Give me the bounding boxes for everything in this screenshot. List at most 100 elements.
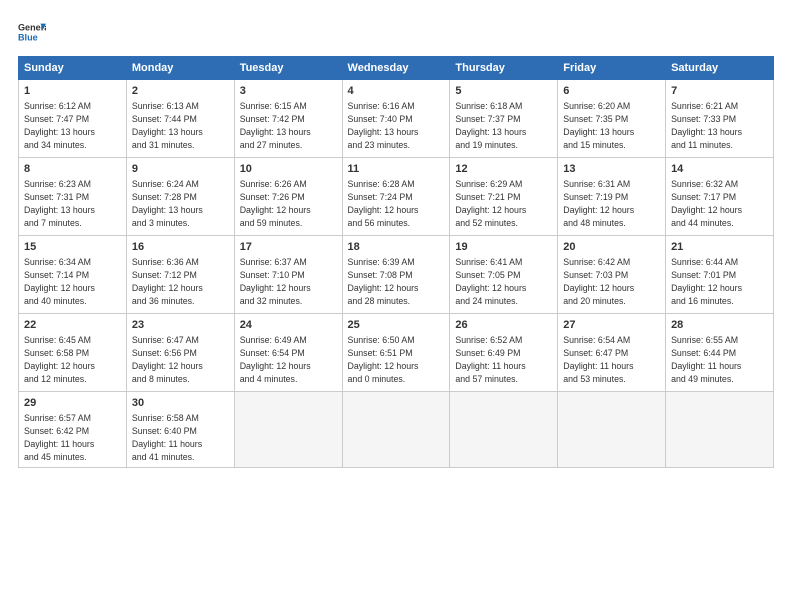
calendar-cell: 7Sunrise: 6:21 AM Sunset: 7:33 PM Daylig… <box>666 80 774 158</box>
day-number: 22 <box>24 318 121 333</box>
day-info: Sunrise: 6:49 AM Sunset: 6:54 PM Dayligh… <box>240 334 337 385</box>
day-info: Sunrise: 6:57 AM Sunset: 6:42 PM Dayligh… <box>24 412 121 463</box>
weekday-header-saturday: Saturday <box>666 57 774 80</box>
day-number: 5 <box>455 84 552 99</box>
calendar-week-3: 22Sunrise: 6:45 AM Sunset: 6:58 PM Dayli… <box>19 314 774 392</box>
day-number: 17 <box>240 240 337 255</box>
day-number: 21 <box>671 240 768 255</box>
calendar-body: 1Sunrise: 6:12 AM Sunset: 7:47 PM Daylig… <box>19 80 774 468</box>
day-info: Sunrise: 6:34 AM Sunset: 7:14 PM Dayligh… <box>24 256 121 307</box>
calendar-cell: 23Sunrise: 6:47 AM Sunset: 6:56 PM Dayli… <box>126 314 234 392</box>
day-number: 24 <box>240 318 337 333</box>
day-info: Sunrise: 6:28 AM Sunset: 7:24 PM Dayligh… <box>348 178 445 229</box>
calendar-week-1: 8Sunrise: 6:23 AM Sunset: 7:31 PM Daylig… <box>19 158 774 236</box>
day-info: Sunrise: 6:52 AM Sunset: 6:49 PM Dayligh… <box>455 334 552 385</box>
calendar-cell: 11Sunrise: 6:28 AM Sunset: 7:24 PM Dayli… <box>342 158 450 236</box>
calendar-cell: 13Sunrise: 6:31 AM Sunset: 7:19 PM Dayli… <box>558 158 666 236</box>
calendar-cell: 21Sunrise: 6:44 AM Sunset: 7:01 PM Dayli… <box>666 236 774 314</box>
page: General Blue SundayMondayTuesdayWednesda… <box>0 0 792 612</box>
day-info: Sunrise: 6:41 AM Sunset: 7:05 PM Dayligh… <box>455 256 552 307</box>
day-info: Sunrise: 6:36 AM Sunset: 7:12 PM Dayligh… <box>132 256 229 307</box>
day-info: Sunrise: 6:15 AM Sunset: 7:42 PM Dayligh… <box>240 100 337 151</box>
day-info: Sunrise: 6:29 AM Sunset: 7:21 PM Dayligh… <box>455 178 552 229</box>
day-info: Sunrise: 6:37 AM Sunset: 7:10 PM Dayligh… <box>240 256 337 307</box>
day-info: Sunrise: 6:44 AM Sunset: 7:01 PM Dayligh… <box>671 256 768 307</box>
day-number: 7 <box>671 84 768 99</box>
day-info: Sunrise: 6:54 AM Sunset: 6:47 PM Dayligh… <box>563 334 660 385</box>
calendar-cell: 3Sunrise: 6:15 AM Sunset: 7:42 PM Daylig… <box>234 80 342 158</box>
day-info: Sunrise: 6:23 AM Sunset: 7:31 PM Dayligh… <box>24 178 121 229</box>
day-info: Sunrise: 6:16 AM Sunset: 7:40 PM Dayligh… <box>348 100 445 151</box>
day-number: 18 <box>348 240 445 255</box>
day-info: Sunrise: 6:55 AM Sunset: 6:44 PM Dayligh… <box>671 334 768 385</box>
day-info: Sunrise: 6:47 AM Sunset: 6:56 PM Dayligh… <box>132 334 229 385</box>
calendar-cell: 30Sunrise: 6:58 AM Sunset: 6:40 PM Dayli… <box>126 392 234 468</box>
day-number: 3 <box>240 84 337 99</box>
calendar-cell: 16Sunrise: 6:36 AM Sunset: 7:12 PM Dayli… <box>126 236 234 314</box>
day-number: 16 <box>132 240 229 255</box>
day-info: Sunrise: 6:12 AM Sunset: 7:47 PM Dayligh… <box>24 100 121 151</box>
day-number: 14 <box>671 162 768 177</box>
calendar-week-2: 15Sunrise: 6:34 AM Sunset: 7:14 PM Dayli… <box>19 236 774 314</box>
calendar-header-row: SundayMondayTuesdayWednesdayThursdayFrid… <box>19 57 774 80</box>
calendar-table: SundayMondayTuesdayWednesdayThursdayFrid… <box>18 56 774 468</box>
day-info: Sunrise: 6:58 AM Sunset: 6:40 PM Dayligh… <box>132 412 229 463</box>
day-info: Sunrise: 6:50 AM Sunset: 6:51 PM Dayligh… <box>348 334 445 385</box>
calendar-cell: 4Sunrise: 6:16 AM Sunset: 7:40 PM Daylig… <box>342 80 450 158</box>
calendar-cell: 24Sunrise: 6:49 AM Sunset: 6:54 PM Dayli… <box>234 314 342 392</box>
day-number: 10 <box>240 162 337 177</box>
weekday-header-tuesday: Tuesday <box>234 57 342 80</box>
calendar-cell <box>234 392 342 468</box>
day-info: Sunrise: 6:39 AM Sunset: 7:08 PM Dayligh… <box>348 256 445 307</box>
day-info: Sunrise: 6:45 AM Sunset: 6:58 PM Dayligh… <box>24 334 121 385</box>
calendar-cell: 19Sunrise: 6:41 AM Sunset: 7:05 PM Dayli… <box>450 236 558 314</box>
calendar-cell: 27Sunrise: 6:54 AM Sunset: 6:47 PM Dayli… <box>558 314 666 392</box>
calendar-cell: 8Sunrise: 6:23 AM Sunset: 7:31 PM Daylig… <box>19 158 127 236</box>
logo-icon: General Blue <box>18 18 46 46</box>
calendar-cell <box>450 392 558 468</box>
calendar-cell: 29Sunrise: 6:57 AM Sunset: 6:42 PM Dayli… <box>19 392 127 468</box>
logo: General Blue <box>18 18 46 46</box>
calendar-cell: 22Sunrise: 6:45 AM Sunset: 6:58 PM Dayli… <box>19 314 127 392</box>
day-number: 23 <box>132 318 229 333</box>
weekday-header-thursday: Thursday <box>450 57 558 80</box>
day-number: 2 <box>132 84 229 99</box>
day-info: Sunrise: 6:18 AM Sunset: 7:37 PM Dayligh… <box>455 100 552 151</box>
day-info: Sunrise: 6:31 AM Sunset: 7:19 PM Dayligh… <box>563 178 660 229</box>
day-number: 29 <box>24 396 121 411</box>
weekday-header-wednesday: Wednesday <box>342 57 450 80</box>
day-info: Sunrise: 6:26 AM Sunset: 7:26 PM Dayligh… <box>240 178 337 229</box>
day-number: 20 <box>563 240 660 255</box>
svg-text:Blue: Blue <box>18 32 38 42</box>
calendar-week-4: 29Sunrise: 6:57 AM Sunset: 6:42 PM Dayli… <box>19 392 774 468</box>
day-number: 26 <box>455 318 552 333</box>
day-number: 28 <box>671 318 768 333</box>
day-number: 30 <box>132 396 229 411</box>
day-info: Sunrise: 6:13 AM Sunset: 7:44 PM Dayligh… <box>132 100 229 151</box>
day-info: Sunrise: 6:32 AM Sunset: 7:17 PM Dayligh… <box>671 178 768 229</box>
calendar-cell: 20Sunrise: 6:42 AM Sunset: 7:03 PM Dayli… <box>558 236 666 314</box>
day-info: Sunrise: 6:20 AM Sunset: 7:35 PM Dayligh… <box>563 100 660 151</box>
calendar-cell: 9Sunrise: 6:24 AM Sunset: 7:28 PM Daylig… <box>126 158 234 236</box>
weekday-header-friday: Friday <box>558 57 666 80</box>
calendar-cell <box>558 392 666 468</box>
calendar-cell: 5Sunrise: 6:18 AM Sunset: 7:37 PM Daylig… <box>450 80 558 158</box>
calendar-cell: 6Sunrise: 6:20 AM Sunset: 7:35 PM Daylig… <box>558 80 666 158</box>
weekday-header-sunday: Sunday <box>19 57 127 80</box>
calendar-week-0: 1Sunrise: 6:12 AM Sunset: 7:47 PM Daylig… <box>19 80 774 158</box>
day-number: 19 <box>455 240 552 255</box>
calendar-cell: 10Sunrise: 6:26 AM Sunset: 7:26 PM Dayli… <box>234 158 342 236</box>
calendar-cell: 26Sunrise: 6:52 AM Sunset: 6:49 PM Dayli… <box>450 314 558 392</box>
calendar-cell <box>666 392 774 468</box>
day-number: 9 <box>132 162 229 177</box>
calendar-cell: 15Sunrise: 6:34 AM Sunset: 7:14 PM Dayli… <box>19 236 127 314</box>
header: General Blue <box>18 18 774 46</box>
day-number: 25 <box>348 318 445 333</box>
calendar-cell: 28Sunrise: 6:55 AM Sunset: 6:44 PM Dayli… <box>666 314 774 392</box>
calendar-cell: 18Sunrise: 6:39 AM Sunset: 7:08 PM Dayli… <box>342 236 450 314</box>
calendar-cell <box>342 392 450 468</box>
calendar-cell: 12Sunrise: 6:29 AM Sunset: 7:21 PM Dayli… <box>450 158 558 236</box>
day-number: 27 <box>563 318 660 333</box>
day-info: Sunrise: 6:42 AM Sunset: 7:03 PM Dayligh… <box>563 256 660 307</box>
calendar-cell: 25Sunrise: 6:50 AM Sunset: 6:51 PM Dayli… <box>342 314 450 392</box>
